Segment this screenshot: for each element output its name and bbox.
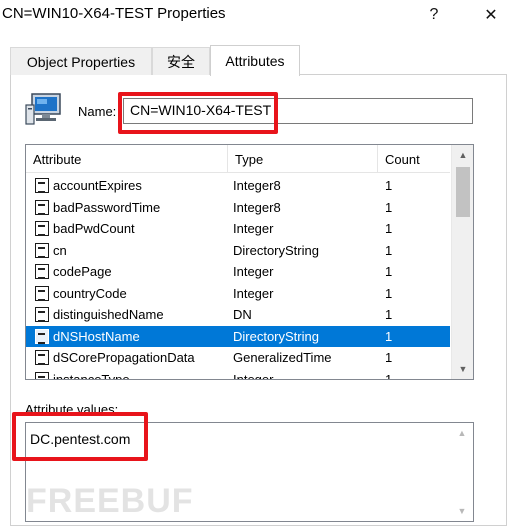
attribute-name: instanceType	[53, 371, 130, 380]
list-item[interactable]: countryCode Integer 1	[26, 283, 450, 305]
attribute-type: Integer8	[233, 199, 281, 215]
attribute-name: accountExpires	[53, 178, 142, 193]
list-item[interactable]: badPasswordTime Integer8 1	[26, 197, 450, 219]
values-scrollbar[interactable]: ▲ ▼	[451, 423, 473, 521]
computer-icon	[25, 93, 61, 125]
list-item-selected[interactable]: dNSHostName DirectoryString 1	[26, 325, 450, 347]
attribute-icon	[35, 350, 49, 365]
list-rows: accountExpires Integer8 1 badPasswordTim…	[26, 175, 450, 380]
attribute-count: 1	[385, 307, 393, 322]
name-label: Name:	[78, 104, 117, 119]
attribute-count: 1	[385, 242, 393, 258]
scroll-up-icon[interactable]: ▲	[451, 423, 473, 443]
close-button[interactable]: ✕	[468, 0, 514, 30]
list-item[interactable]: codePage Integer 1	[26, 261, 450, 283]
attribute-name: dNSHostName	[53, 328, 140, 344]
attribute-type: Integer	[233, 221, 274, 236]
scroll-down-icon[interactable]: ▼	[452, 359, 473, 379]
attribute-type: DirectoryString	[233, 242, 319, 258]
list-item[interactable]: badPwdCount Integer 1	[26, 218, 450, 240]
list-header: Attribute Type Count	[26, 145, 450, 173]
attribute-count: 1	[385, 178, 393, 193]
list-item[interactable]: dSCorePropagationData GeneralizedTime 1	[26, 347, 450, 369]
tab-strip: Object Properties 安全 Attributes	[10, 45, 510, 76]
attribute-icon	[35, 178, 49, 193]
tab-security[interactable]: 安全	[152, 47, 210, 75]
attribute-count: 1	[385, 264, 393, 279]
attribute-name: distinguishedName	[53, 307, 164, 322]
attribute-icon	[35, 242, 49, 258]
tab-attributes[interactable]: Attributes	[210, 45, 300, 76]
column-header-count[interactable]: Count	[378, 145, 450, 173]
attribute-value-text: DC.pentest.com	[30, 431, 131, 447]
attribute-type: Integer	[233, 285, 274, 301]
attribute-count: 1	[385, 221, 393, 236]
scroll-down-icon[interactable]: ▼	[451, 501, 473, 521]
list-item[interactable]: distinguishedName DN 1	[26, 304, 450, 326]
attribute-count: 1	[385, 199, 393, 215]
attribute-values-label: Attribute values:	[25, 402, 119, 417]
attribute-type: Integer	[233, 371, 274, 380]
help-button[interactable]: ?	[411, 0, 457, 30]
scroll-thumb[interactable]	[456, 167, 470, 217]
column-header-type[interactable]: Type	[228, 145, 378, 173]
attribute-type: GeneralizedTime	[233, 350, 332, 365]
column-header-attribute[interactable]: Attribute	[26, 145, 228, 173]
name-field[interactable]: CN=WIN10-X64-TEST	[123, 98, 473, 124]
attribute-count: 1	[385, 350, 393, 365]
list-scrollbar[interactable]: ▲ ▼	[451, 145, 473, 379]
attribute-icon	[35, 285, 49, 301]
attribute-name: badPwdCount	[53, 221, 135, 236]
title-bar: CN=WIN10-X64-TEST Properties ? ✕	[0, 0, 519, 30]
list-item[interactable]: accountExpires Integer8 1	[26, 175, 450, 197]
attributes-list[interactable]: Attribute Type Count accountExpires Inte…	[25, 144, 474, 380]
attribute-icon	[35, 328, 49, 344]
attribute-icon	[35, 199, 49, 215]
scroll-up-icon[interactable]: ▲	[452, 145, 473, 165]
list-item[interactable]: instanceType Integer 1	[26, 369, 450, 380]
attribute-count: 1	[385, 371, 393, 380]
attribute-icon	[35, 371, 49, 379]
tab-object-properties[interactable]: Object Properties	[10, 47, 152, 75]
attribute-type: Integer	[233, 264, 274, 279]
attribute-type: DirectoryString	[233, 328, 319, 344]
attribute-count: 1	[385, 285, 393, 301]
attribute-name: dSCorePropagationData	[53, 350, 195, 365]
list-item[interactable]: cn DirectoryString 1	[26, 240, 450, 262]
attribute-type: Integer8	[233, 178, 281, 193]
attribute-icon	[35, 221, 49, 236]
attribute-values-box[interactable]: DC.pentest.com ▲ ▼	[25, 422, 474, 522]
attribute-name: countryCode	[53, 285, 127, 301]
attribute-icon	[35, 264, 49, 279]
attribute-name: cn	[53, 242, 67, 258]
attribute-name: badPasswordTime	[53, 199, 161, 215]
attribute-name: codePage	[53, 264, 112, 279]
attribute-icon	[35, 307, 49, 322]
attribute-count: 1	[385, 328, 393, 344]
attribute-type: DN	[233, 307, 252, 322]
window-title: CN=WIN10-X64-TEST Properties	[2, 5, 226, 22]
